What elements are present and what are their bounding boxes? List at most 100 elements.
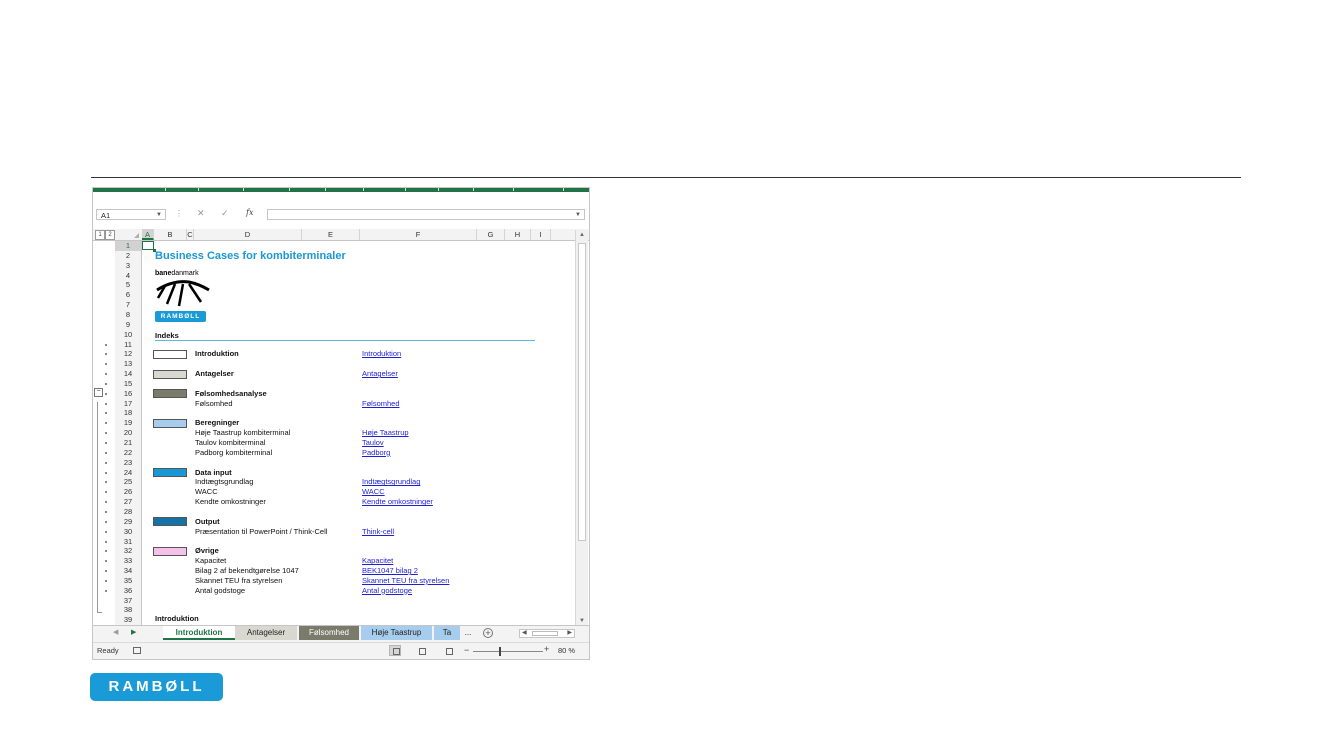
row-header[interactable]: 16 bbox=[115, 389, 141, 399]
cancel-icon[interactable]: ✕ bbox=[197, 208, 205, 219]
horizontal-scrollbar[interactable]: ◀ ▶ bbox=[519, 629, 575, 638]
row-header[interactable]: 39 bbox=[115, 615, 141, 625]
scroll-up-icon[interactable]: ▲ bbox=[576, 230, 588, 240]
index-item-link[interactable]: Høje Taastrup bbox=[362, 428, 409, 438]
macro-record-icon[interactable] bbox=[133, 647, 141, 654]
worksheet[interactable]: Business Cases for kombiterminaler baned… bbox=[142, 241, 570, 625]
page-break-view-icon[interactable] bbox=[442, 645, 454, 656]
row-header[interactable]: 19 bbox=[115, 418, 141, 428]
sheet-tab[interactable]: Introduktion bbox=[163, 626, 235, 640]
tab-prev-icon[interactable]: ◀ bbox=[113, 628, 118, 636]
index-item-link[interactable]: Følsomhed bbox=[362, 399, 400, 409]
scroll-right-icon[interactable]: ▶ bbox=[567, 629, 572, 636]
active-cell-a1[interactable] bbox=[142, 241, 156, 252]
sheet-tab[interactable]: Høje Taastrup bbox=[361, 626, 432, 640]
index-item-link[interactable]: Antal godstoge bbox=[362, 586, 412, 596]
row-header[interactable]: 35 bbox=[115, 576, 141, 586]
outline-level-1-button[interactable]: 1 bbox=[95, 230, 105, 240]
row-header[interactable]: 14 bbox=[115, 369, 141, 379]
row-header[interactable]: 38 bbox=[115, 605, 141, 615]
vertical-scroll-thumb[interactable] bbox=[578, 243, 586, 541]
column-header-e[interactable]: E bbox=[302, 229, 360, 240]
index-item-link[interactable]: Kapacitet bbox=[362, 556, 393, 566]
insert-function-icon[interactable]: fx bbox=[246, 208, 253, 217]
sheet-tab[interactable]: Ta bbox=[434, 626, 460, 640]
row-header[interactable]: 32 bbox=[115, 546, 141, 556]
row-header[interactable]: 28 bbox=[115, 507, 141, 517]
more-options-icon[interactable]: ⋮ bbox=[175, 209, 183, 218]
row-header[interactable]: 9 bbox=[115, 320, 141, 330]
add-sheet-button[interactable]: + bbox=[483, 628, 493, 638]
zoom-slider[interactable] bbox=[473, 647, 543, 656]
column-header-g[interactable]: G bbox=[477, 229, 505, 240]
horizontal-scroll-thumb[interactable] bbox=[532, 631, 558, 636]
index-item-link[interactable]: Kendte omkostninger bbox=[362, 497, 433, 507]
column-header-a[interactable]: A bbox=[142, 229, 154, 240]
column-header-f[interactable]: F bbox=[360, 229, 477, 240]
index-item-link[interactable]: Think-cell bbox=[362, 527, 394, 537]
column-header-h[interactable]: H bbox=[505, 229, 531, 240]
expand-formula-icon[interactable]: ▼ bbox=[575, 210, 581, 221]
row-header[interactable]: 10 bbox=[115, 330, 141, 340]
index-item-link[interactable]: Indtægtsgrundlag bbox=[362, 477, 420, 487]
row-header[interactable]: 22 bbox=[115, 448, 141, 458]
row-header[interactable]: 36 bbox=[115, 586, 141, 596]
vertical-scrollbar[interactable]: ▲ ▼ bbox=[575, 230, 588, 626]
outline-level-2-button[interactable]: 2 bbox=[105, 230, 115, 240]
sheet-tab[interactable]: Antagelser bbox=[235, 626, 297, 640]
row-header[interactable]: 6 bbox=[115, 290, 141, 300]
index-item-link[interactable]: Skannet TEU fra styrelsen bbox=[362, 576, 449, 586]
formula-input[interactable]: ▼ bbox=[267, 209, 585, 220]
row-header[interactable]: 12 bbox=[115, 349, 141, 359]
row-header[interactable]: 37 bbox=[115, 596, 141, 606]
collapse-group-button[interactable]: − bbox=[94, 388, 103, 397]
name-box[interactable]: A1 ▼ bbox=[96, 209, 166, 220]
row-header[interactable]: 31 bbox=[115, 537, 141, 547]
row-header[interactable]: 13 bbox=[115, 359, 141, 369]
column-header-i[interactable]: I bbox=[531, 229, 551, 240]
row-header[interactable]: 1 bbox=[115, 241, 141, 251]
row-header[interactable]: 7 bbox=[115, 300, 141, 310]
row-header[interactable]: 26 bbox=[115, 487, 141, 497]
row-header[interactable]: 5 bbox=[115, 280, 141, 290]
chevron-down-icon[interactable]: ▼ bbox=[156, 210, 162, 221]
row-header[interactable]: 33 bbox=[115, 556, 141, 566]
zoom-in-button[interactable]: + bbox=[544, 644, 549, 654]
sheet-tab[interactable]: Følsomhed bbox=[299, 626, 359, 640]
row-header[interactable]: 18 bbox=[115, 408, 141, 418]
zoom-level[interactable]: 80 % bbox=[558, 646, 575, 655]
section-link[interactable]: Antagelser bbox=[362, 369, 398, 379]
row-header[interactable]: 17 bbox=[115, 399, 141, 409]
row-header[interactable]: 29 bbox=[115, 517, 141, 527]
row-header[interactable]: 20 bbox=[115, 428, 141, 438]
row-header[interactable]: 11 bbox=[115, 340, 141, 350]
index-item-link[interactable]: BEK1047 bilag 2 bbox=[362, 566, 418, 576]
row-header[interactable]: 27 bbox=[115, 497, 141, 507]
row-header[interactable]: 3 bbox=[115, 261, 141, 271]
index-item-link[interactable]: Taulov bbox=[362, 438, 384, 448]
index-item-link[interactable]: Padborg bbox=[362, 448, 390, 458]
row-header[interactable]: 34 bbox=[115, 566, 141, 576]
normal-view-icon[interactable] bbox=[389, 645, 401, 656]
index-item-link[interactable]: WACC bbox=[362, 487, 385, 497]
row-header[interactable]: 15 bbox=[115, 379, 141, 389]
row-header[interactable]: 24 bbox=[115, 468, 141, 478]
zoom-slider-knob[interactable] bbox=[499, 647, 501, 656]
section-link[interactable]: Introduktion bbox=[362, 349, 401, 359]
row-header[interactable]: 25 bbox=[115, 477, 141, 487]
column-header-d[interactable]: D bbox=[194, 229, 302, 240]
more-tabs-ellipsis[interactable]: ... bbox=[460, 626, 476, 640]
scroll-left-icon[interactable]: ◀ bbox=[522, 629, 527, 636]
enter-icon[interactable]: ✓ bbox=[221, 208, 229, 219]
row-header[interactable]: 23 bbox=[115, 458, 141, 468]
column-header-b[interactable]: B bbox=[154, 229, 187, 240]
column-header-c[interactable]: C bbox=[187, 229, 194, 240]
row-header[interactable]: 30 bbox=[115, 527, 141, 537]
select-all-button[interactable] bbox=[115, 229, 141, 240]
row-header[interactable]: 8 bbox=[115, 310, 141, 320]
row-header[interactable]: 2 bbox=[115, 251, 141, 261]
row-header[interactable]: 21 bbox=[115, 438, 141, 448]
row-header[interactable]: 4 bbox=[115, 271, 141, 281]
zoom-out-button[interactable]: − bbox=[464, 645, 469, 655]
page-layout-view-icon[interactable] bbox=[415, 645, 427, 656]
